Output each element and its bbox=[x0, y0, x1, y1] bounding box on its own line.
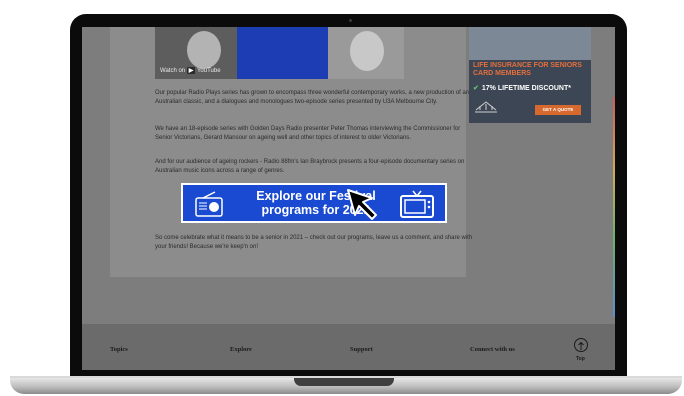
watch-on-label: Watch on bbox=[160, 68, 186, 74]
back-to-top-label: Top bbox=[576, 356, 585, 362]
presenter-portrait bbox=[187, 31, 221, 69]
seniors-card-logo bbox=[475, 101, 497, 113]
article-paragraph: Our popular Radio Plays series has grown… bbox=[155, 90, 470, 105]
article-paragraph: And for our audience of ageing rockers -… bbox=[155, 159, 465, 174]
mouse-pointer-icon bbox=[347, 189, 377, 220]
youtube-logo-icon: ▶ bbox=[186, 67, 196, 74]
guest-portrait bbox=[350, 31, 384, 71]
checkmark-icon: ✔ bbox=[473, 85, 479, 92]
article-panel: Watch on ▶ YouTube Our popular Radio Pla… bbox=[110, 27, 472, 277]
screen-edge-accent bbox=[613, 97, 615, 317]
festival-programs-banner[interactable]: Explore our Festival programs for 2021 bbox=[181, 183, 447, 223]
footer-topics[interactable]: Topics bbox=[110, 346, 128, 353]
video-embed[interactable]: Watch on ▶ YouTube bbox=[155, 27, 404, 79]
video-frame-middle bbox=[237, 27, 328, 79]
footer-connect[interactable]: Connect with us bbox=[470, 346, 515, 353]
ad-discount: ✔ 17% LIFETIME DISCOUNT* bbox=[473, 84, 571, 92]
ad-title: LIFE INSURANCE FOR SENIORS CARD MEMBERS bbox=[473, 62, 582, 77]
ad-discount-text: 17% LIFETIME DISCOUNT* bbox=[481, 85, 571, 92]
laptop-notch bbox=[294, 378, 394, 386]
article-paragraph: So come celebrate what it means to be a … bbox=[155, 235, 473, 250]
arrow-up-icon bbox=[578, 341, 584, 350]
youtube-label: YouTube bbox=[196, 68, 221, 74]
footer-explore[interactable]: Explore bbox=[230, 346, 252, 353]
back-to-top-button[interactable] bbox=[574, 338, 588, 352]
article-paragraph: We have an 18-episode series with Golden… bbox=[155, 126, 461, 141]
webcam-icon bbox=[349, 19, 352, 22]
tv-icon bbox=[400, 190, 434, 218]
radio-icon bbox=[195, 191, 223, 217]
footer-support[interactable]: Support bbox=[350, 346, 373, 353]
watch-on-youtube-link[interactable]: Watch on ▶ YouTube bbox=[160, 67, 221, 74]
get-a-quote-button[interactable]: GET A QUOTE bbox=[535, 105, 581, 115]
insurance-ad[interactable]: LIFE INSURANCE FOR SENIORS CARD MEMBERS … bbox=[469, 27, 591, 123]
site-footer: Topics Explore Support Connect with us T… bbox=[82, 324, 615, 370]
ad-photo bbox=[469, 27, 591, 60]
